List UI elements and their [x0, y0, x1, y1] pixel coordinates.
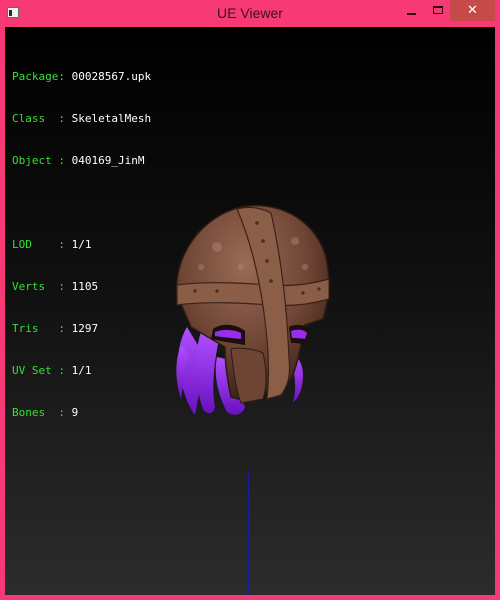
title-bar[interactable]: UE Viewer ✕	[0, 0, 500, 27]
app-window: UE Viewer ✕ Package: 00028567.upk Class …	[0, 0, 500, 600]
maximize-icon	[433, 6, 443, 14]
helmet-mesh-render[interactable]	[5, 27, 495, 595]
close-button[interactable]: ✕	[450, 0, 495, 21]
minimize-button[interactable]	[398, 0, 424, 21]
vertical-axis-line	[248, 472, 249, 595]
3d-viewport[interactable]: Package: 00028567.upk Class : SkeletalMe…	[5, 27, 495, 595]
minimize-icon	[407, 13, 416, 15]
close-icon: ✕	[467, 3, 478, 18]
maximize-button[interactable]	[425, 0, 451, 21]
